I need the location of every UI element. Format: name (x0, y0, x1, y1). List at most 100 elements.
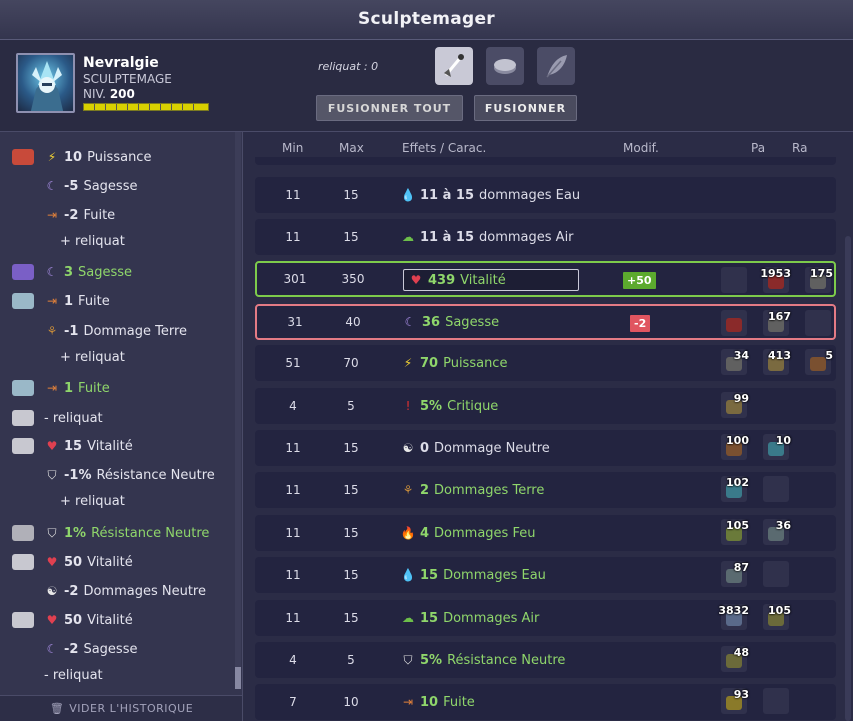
shield-icon: ⛉ (47, 468, 57, 482)
effect-text: dommages Eau (479, 187, 581, 203)
effect-value: 11 à 15 (420, 229, 475, 245)
effect-text: Vitalité (460, 272, 506, 288)
rune-slot[interactable]: 100 (721, 434, 749, 460)
effect-min: 11 (285, 611, 301, 625)
crit-icon: ! (405, 399, 411, 413)
moon-icon: ☾ (46, 265, 58, 279)
history-entry: - reliquat (44, 664, 103, 686)
rune-slot[interactable]: 105 (721, 519, 749, 545)
rune-slot[interactable]: 105 (763, 604, 791, 630)
trash-icon: 🗑 (49, 702, 65, 715)
effect-max: 15 (343, 188, 359, 202)
rune-slot[interactable] (763, 561, 789, 587)
history-scrollbar-thumb[interactable] (235, 667, 241, 689)
door-icon: ⇥ (46, 208, 58, 222)
history-text: Dommage Terre (83, 323, 187, 339)
history-value: 50 (64, 612, 83, 628)
effect-value: 5% (420, 652, 443, 668)
fusion-all-button[interactable]: FUSIONNER TOUT (316, 95, 463, 121)
history-scrollbar[interactable] (235, 132, 241, 689)
rune-slot[interactable]: 10 (763, 434, 791, 460)
history-entry: ♥ 50 Vitalité (44, 551, 133, 573)
effect-min: 11 (285, 230, 301, 244)
rune-slot[interactable]: 413 (763, 349, 791, 375)
rune-slot[interactable]: 3832 (718, 604, 749, 630)
effect-row[interactable]: 51 70 ⚡ 70 Puissance 34 413 5 (255, 345, 836, 381)
effect-max: 15 (343, 611, 359, 625)
yinyang-icon: ☯ (46, 584, 58, 598)
effect-label: ☁ 11 à 15 dommages Air (400, 219, 620, 255)
effect-text: Dommage Neutre (434, 440, 550, 456)
rune-slot[interactable]: 5 (805, 349, 833, 375)
feather-icon (546, 55, 567, 78)
history-item-icon (12, 293, 34, 309)
weapon-icon (444, 54, 464, 77)
history-text: Fuite (78, 380, 110, 396)
history-text: Sagesse (83, 641, 138, 657)
feather-slot[interactable] (537, 47, 575, 85)
rune-slot[interactable]: 36 (763, 519, 791, 545)
weapon-slot[interactable] (435, 47, 473, 85)
effect-min: 11 (285, 526, 301, 540)
effect-label: ☾ 36 Sagesse (402, 306, 622, 338)
history-entry: + reliquat (60, 490, 125, 512)
table-scrollbar-thumb[interactable] (845, 236, 851, 721)
effect-row[interactable]: 4 5 ⛉ 5% Résistance Neutre 48 (255, 642, 836, 678)
title-bar[interactable]: Sculptemager (0, 0, 853, 40)
rune-slot[interactable]: 167 (763, 310, 791, 336)
air-icon: ☁ (402, 230, 414, 244)
rune-slot[interactable] (805, 310, 831, 336)
effect-row[interactable]: 11 15 ☁ 15 Dommages Air 3832 105 (255, 600, 836, 636)
shield-icon: ⛉ (403, 653, 413, 667)
effect-row[interactable]: 11 15 ☁ 11 à 15 dommages Air (255, 219, 836, 255)
rune-slot[interactable] (721, 310, 747, 336)
ring-slot[interactable] (486, 47, 524, 85)
water-icon: 💧 (400, 188, 416, 202)
effect-row[interactable]: 11 15 ☯ 0 Dommage Neutre 100 10 (255, 430, 836, 466)
rune-slot[interactable]: 48 (721, 646, 749, 672)
history-item-icon (12, 264, 34, 280)
rune-slot[interactable]: 34 (721, 349, 749, 375)
heart-icon: ♥ (410, 273, 422, 287)
effect-value: 11 à 15 (420, 187, 475, 203)
rune-slot[interactable]: 93 (721, 688, 749, 714)
effect-text: Dommages Air (443, 610, 540, 626)
rune-slot[interactable] (763, 476, 789, 502)
rune-quantity: 175 (810, 267, 833, 280)
effect-value-input[interactable]: ♥ 439 Vitalité (403, 269, 579, 291)
effect-row[interactable]: 11 15 💧 15 Dommages Eau 87 (255, 557, 836, 593)
rune-slot[interactable] (721, 267, 747, 293)
effect-label: ⇥ 10 Fuite (400, 684, 620, 720)
history-entry: ♥ 50 Vitalité (44, 609, 133, 631)
effect-row[interactable]: 11 15 ⚘ 2 Dommages Terre 102 (255, 472, 836, 508)
effect-max: 10 (343, 695, 359, 709)
effect-row[interactable]: 301 350 ♥ 439 Vitalité +50 1953 175 (255, 261, 836, 297)
rune-slot[interactable]: 1953 (760, 267, 791, 293)
rune-slot[interactable] (763, 688, 789, 714)
door-icon: ⇥ (46, 294, 58, 308)
rune-slot[interactable]: 99 (721, 392, 749, 418)
history-entry: ☾ 3 Sagesse (44, 261, 132, 283)
water-icon: 💧 (400, 568, 416, 582)
rune-slot[interactable]: 102 (721, 476, 749, 502)
rune-quantity: 3832 (718, 604, 749, 617)
effect-label: ⚡ 70 Puissance (400, 345, 620, 381)
effect-row[interactable]: 11 15 💧 11 à 15 dommages Eau (255, 177, 836, 213)
rune-slot[interactable]: 87 (721, 561, 749, 587)
history-value: 1% (64, 525, 87, 541)
effect-row[interactable]: 31 40 ☾ 36 Sagesse -2 167 (255, 304, 836, 340)
rune-quantity: 102 (726, 476, 749, 489)
effect-min: 31 (287, 315, 303, 329)
history-entry: ♥ 15 Vitalité (44, 435, 133, 457)
effect-row[interactable]: 4 5! 5% Critique 99 (255, 388, 836, 424)
effect-row[interactable]: 11 15 🔥 4 Dommages Feu 105 36 (255, 515, 836, 551)
effect-value: 70 (420, 355, 439, 371)
shield-icon: ⛉ (47, 526, 57, 540)
clear-history-button[interactable]: 🗑 VIDER L'HISTORIQUE (0, 695, 242, 721)
effect-row[interactable]: 7 10 ⇥ 10 Fuite 93 (255, 684, 836, 720)
history-value: 50 (64, 554, 83, 570)
rune-slot[interactable]: 175 (805, 267, 833, 293)
fusion-button[interactable]: FUSIONNER (474, 95, 577, 121)
table-scrollbar[interactable] (845, 132, 851, 721)
effect-value: 2 (420, 482, 430, 498)
